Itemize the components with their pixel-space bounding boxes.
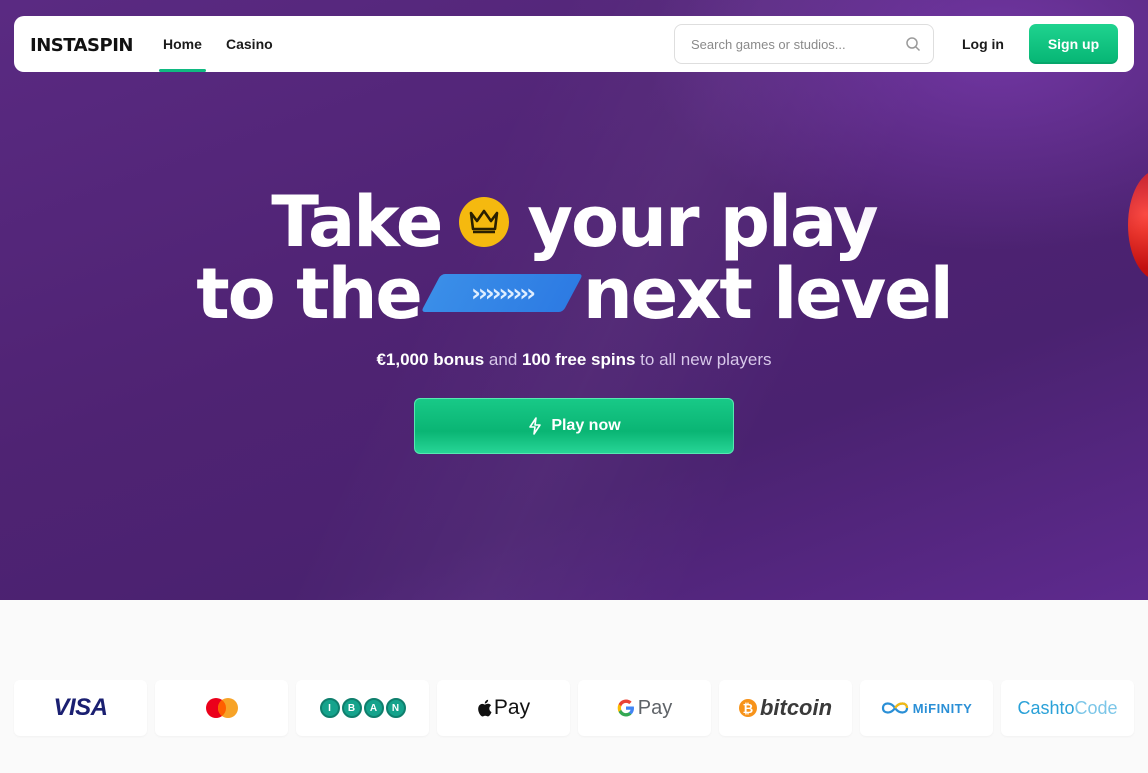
apple-icon bbox=[478, 699, 492, 717]
headline-word: next level bbox=[582, 253, 954, 335]
search-icon[interactable] bbox=[905, 36, 921, 52]
subtitle-text: and bbox=[488, 350, 518, 369]
bonus-amount: €1,000 bonus bbox=[376, 350, 485, 369]
top-navbar: INSTASPIN Home Casino Log in Sign up bbox=[14, 16, 1134, 72]
crown-icon bbox=[459, 196, 510, 247]
bitcoin-icon: ₿ bbox=[738, 699, 757, 717]
play-now-label: Play now bbox=[551, 417, 621, 434]
mastercard-icon bbox=[205, 698, 238, 718]
arrows-glyph: ››››››››› bbox=[470, 278, 533, 307]
free-spins: 100 free spins bbox=[522, 350, 636, 369]
google-g-icon bbox=[617, 699, 634, 717]
search-input[interactable] bbox=[689, 35, 903, 53]
visa-logo: VISA bbox=[53, 694, 108, 721]
mifinity-label: MiFINITY bbox=[912, 700, 973, 716]
bitcoin-label: bitcoin bbox=[759, 695, 833, 720]
login-button[interactable]: Log in bbox=[962, 16, 1004, 72]
search-box[interactable] bbox=[674, 24, 934, 64]
cashto-label: Cashto bbox=[1017, 697, 1075, 718]
payment-google-pay: Pay bbox=[578, 680, 711, 736]
payment-visa: VISA bbox=[14, 680, 147, 736]
headline-line-1: Take your play bbox=[0, 186, 1148, 258]
code-label: Code bbox=[1074, 697, 1118, 718]
headline-word: your play bbox=[527, 181, 878, 263]
play-now-button[interactable]: Play now bbox=[414, 398, 734, 454]
nav-home[interactable]: Home bbox=[159, 16, 206, 72]
hero-headline: Take your play to the ››››››››› next level bbox=[0, 186, 1148, 330]
payment-iban: I B A N bbox=[296, 680, 429, 736]
infinity-icon bbox=[881, 702, 908, 714]
headline-line-2: to the ››››››››› next level bbox=[0, 258, 1148, 330]
payment-cashtocode: CashtoCode bbox=[1001, 680, 1134, 736]
headline-word: to the bbox=[196, 253, 423, 335]
subtitle-text: to all new players bbox=[640, 350, 772, 369]
payment-bitcoin: ₿ bitcoin bbox=[719, 680, 852, 736]
payment-apple-pay: Pay bbox=[437, 680, 570, 736]
apple-pay-label: Pay bbox=[493, 696, 531, 719]
hero-subtitle: €1,000 bonus and 100 free spins to all n… bbox=[0, 350, 1148, 370]
headline-word: Take bbox=[271, 181, 443, 263]
payment-mastercard bbox=[155, 680, 288, 736]
brand-logo[interactable]: INSTASPIN bbox=[30, 35, 133, 56]
iban-letter: A bbox=[363, 698, 384, 718]
hero-banner: Take your play to the ››››››››› next level … bbox=[0, 0, 1148, 600]
iban-logo: I B A N bbox=[319, 698, 406, 718]
payment-methods: VISA I B A N Pay Pay ₿ bitcoin MiFINITY bbox=[14, 680, 1134, 736]
speed-arrows-icon: ››››››››› bbox=[420, 273, 584, 312]
iban-letter: I bbox=[319, 698, 340, 718]
payment-mifinity: MiFINITY bbox=[860, 680, 993, 736]
lightning-icon bbox=[529, 417, 542, 435]
iban-letter: B bbox=[341, 698, 362, 718]
google-pay-label: Pay bbox=[637, 696, 673, 719]
signup-button[interactable]: Sign up bbox=[1029, 24, 1118, 64]
nav-casino[interactable]: Casino bbox=[226, 16, 273, 72]
iban-letter: N bbox=[385, 698, 406, 718]
